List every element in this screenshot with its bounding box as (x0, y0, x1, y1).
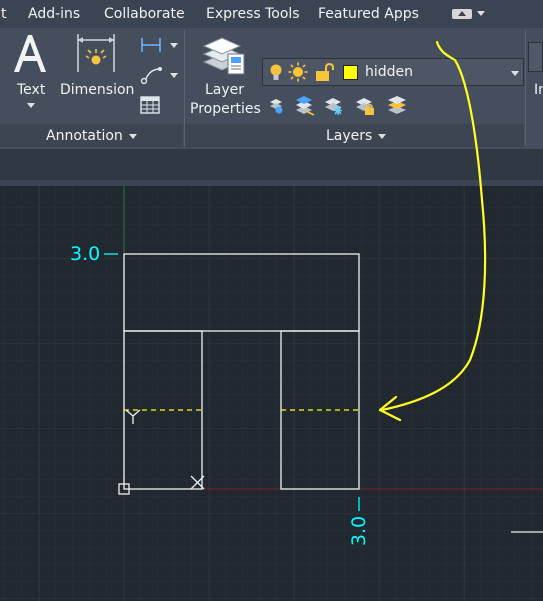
ribbon-toggle-button[interactable] (452, 6, 486, 22)
layer-properties-icon (202, 37, 245, 75)
layers-panel-title[interactable]: Layers (326, 128, 387, 144)
chevron-down-icon (378, 133, 387, 139)
annotation-title-text: Annotation (46, 128, 123, 144)
dimension-label: Dimension (60, 82, 135, 98)
ribbon: Text Dimension Annotation Layer Properti… (0, 28, 543, 149)
panel-separator (525, 30, 526, 146)
minimize-ribbon-icon (452, 9, 472, 19)
file-tab-bar (0, 149, 543, 180)
menu-bar: t Add-ins Collaborate Express Tools Feat… (0, 0, 543, 28)
layer-lock-icon[interactable] (354, 96, 376, 116)
y-dimension-label: 3.0 (70, 243, 101, 265)
x-dimension-label: 3.0 (348, 515, 370, 547)
chevron-down-icon (128, 133, 137, 139)
annotation-panel-title[interactable]: Annotation (46, 128, 137, 144)
layer-properties-label-line2: Properties (190, 101, 261, 117)
table-button[interactable] (138, 94, 164, 116)
layers-title-text: Layers (326, 128, 373, 144)
text-icon (14, 35, 46, 72)
menu-item-truncated[interactable]: t (1, 6, 7, 22)
insert-label-partial: In (534, 82, 543, 98)
layer-dropdown[interactable]: hidden (262, 58, 524, 86)
make-current-layer-icon[interactable] (386, 94, 410, 116)
layer-properties-button[interactable]: Layer Properties (188, 30, 261, 120)
text-button[interactable]: Text (6, 30, 56, 120)
insert-button-partial[interactable] (528, 42, 543, 72)
dimension-button[interactable]: Dimension (58, 30, 136, 120)
chevron-down-icon (170, 73, 178, 78)
menu-item-featured-apps[interactable]: Featured Apps (318, 6, 419, 22)
current-layer-name: hidden (365, 64, 414, 80)
layer-color-swatch (343, 65, 358, 80)
chevron-down-icon (170, 43, 178, 48)
layer-off-icon[interactable] (266, 96, 286, 116)
chevron-down-icon (477, 11, 485, 16)
chevron-down-icon (27, 103, 35, 108)
layer-freeze-icon[interactable] (323, 96, 345, 116)
sun-thawed-icon (288, 62, 308, 82)
insert-panel-partial[interactable]: In (527, 30, 543, 146)
layer-isolate-icon[interactable] (294, 96, 316, 116)
layer-properties-label-line1: Layer (205, 82, 245, 98)
menu-item-add-ins[interactable]: Add-ins (28, 6, 80, 22)
menu-item-express-tools[interactable]: Express Tools (206, 6, 300, 22)
leader-button[interactable] (138, 64, 182, 86)
unlocked-icon (316, 63, 334, 81)
text-label: Text (17, 82, 46, 98)
linear-dimension-button[interactable] (138, 34, 182, 56)
menu-item-collaborate[interactable]: Collaborate (104, 6, 185, 22)
lightbulb-on-icon (270, 64, 282, 80)
table-icon (140, 96, 160, 114)
dimension-icon (77, 34, 115, 72)
linear-dimension-icon (141, 38, 161, 52)
leader-icon (140, 67, 162, 85)
chevron-down-icon (511, 71, 519, 76)
